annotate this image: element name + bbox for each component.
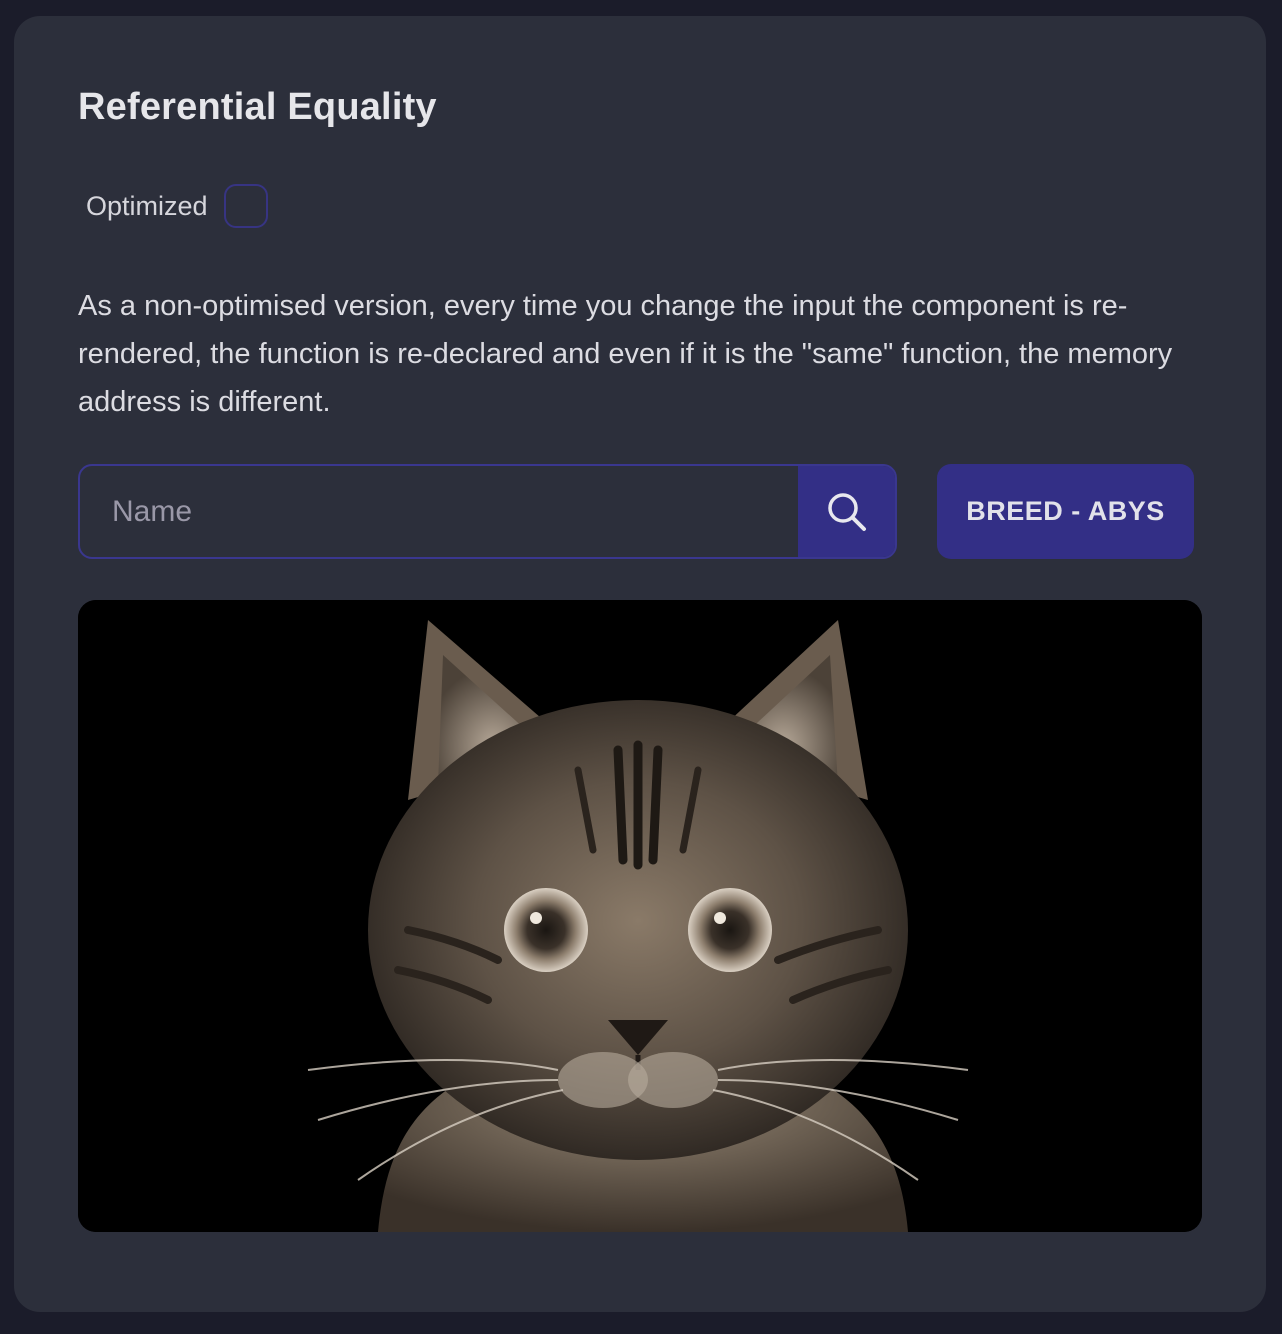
card: Referential Equality Optimized As a non-… — [14, 16, 1266, 1312]
search-field — [78, 464, 897, 559]
card-title: Referential Equality — [78, 86, 437, 128]
optimized-checkbox[interactable] — [223, 184, 268, 228]
optimized-toggle-row: Optimized — [86, 184, 268, 228]
breed-button[interactable]: BREED - ABYS — [937, 464, 1194, 559]
description-text: As a non-optimised version, every time y… — [78, 290, 1173, 418]
search-button[interactable] — [798, 466, 895, 557]
optimized-label: Optimized — [86, 190, 208, 221]
cat-illustration — [78, 600, 1202, 1232]
name-input[interactable] — [80, 466, 798, 557]
cat-image — [78, 600, 1202, 1232]
search-icon — [827, 492, 866, 531]
